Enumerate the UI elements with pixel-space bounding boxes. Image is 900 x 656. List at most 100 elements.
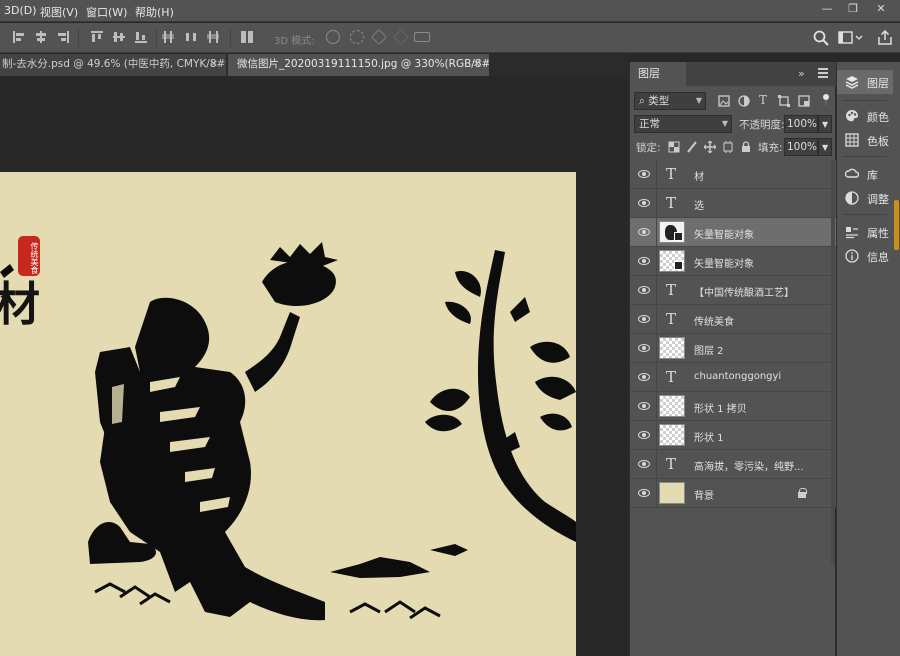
layer-name[interactable]: 高海拔，零污染，纯野... xyxy=(694,458,814,473)
layer-name[interactable]: 传统美食 xyxy=(694,313,814,328)
lock-transparent-icon[interactable] xyxy=(668,141,680,153)
dock-item-properties[interactable]: 属性 xyxy=(837,220,893,244)
align-middle-v-icon[interactable] xyxy=(112,30,126,44)
tab-layers[interactable]: 图层 xyxy=(630,62,686,86)
minimize-button[interactable]: — xyxy=(814,0,840,18)
opacity-input[interactable]: 100% xyxy=(784,115,818,133)
layers-scrollbar[interactable] xyxy=(831,160,835,564)
visibility-eye-icon[interactable] xyxy=(638,401,650,411)
close-icon[interactable]: ✕ xyxy=(473,54,481,75)
distribute-right-icon[interactable] xyxy=(206,30,220,44)
blend-mode-select[interactable]: 正常 ▼ xyxy=(634,115,732,133)
visibility-eye-icon[interactable] xyxy=(638,256,650,266)
menu-help[interactable]: 帮助(H) xyxy=(135,4,174,20)
layer-row[interactable]: T 选 xyxy=(630,189,836,218)
visibility-eye-icon[interactable] xyxy=(638,459,650,469)
tab-document-jpg[interactable]: 微信图片_20200319111150.jpg @ 330%(RGB/8#) *… xyxy=(228,54,490,76)
text-layer-icon: T xyxy=(666,165,677,183)
fill-input[interactable]: 100% xyxy=(784,138,818,156)
layer-row[interactable]: T 高海拔，零污染，纯野... xyxy=(630,450,836,479)
align-bottom-icon[interactable] xyxy=(134,30,148,44)
layer-name[interactable]: 形状 1 xyxy=(694,429,814,444)
workspace-switcher-icon[interactable] xyxy=(838,31,864,45)
visibility-eye-icon[interactable] xyxy=(638,430,650,440)
lock-all-icon[interactable] xyxy=(740,141,752,153)
fill-dropdown[interactable]: ▼ xyxy=(818,138,832,156)
3d-scale-icon[interactable] xyxy=(414,32,430,42)
layer-name[interactable]: 【中国传统酿酒工艺】 xyxy=(694,284,814,299)
layer-name[interactable]: chuantonggongyi xyxy=(694,371,814,382)
filter-pixel-icon[interactable] xyxy=(718,95,730,107)
align-top-icon[interactable] xyxy=(90,30,104,44)
menu-3d[interactable]: 3D(D) xyxy=(4,4,37,17)
3d-roll-icon[interactable] xyxy=(350,30,364,44)
layer-row[interactable]: T 【中国传统酿酒工艺】 xyxy=(630,276,836,305)
3d-pan-icon[interactable] xyxy=(371,29,387,45)
dock-scrollbar[interactable] xyxy=(894,200,899,250)
filter-toggle-icon[interactable] xyxy=(820,93,832,105)
lock-artboard-icon[interactable] xyxy=(722,141,734,153)
canvas-area[interactable]: 传统美食 材 xyxy=(0,76,628,656)
distribute-center-icon[interactable] xyxy=(184,30,198,44)
distribute-left-icon[interactable] xyxy=(162,30,176,44)
share-icon[interactable] xyxy=(876,29,894,47)
lock-position-icon[interactable] xyxy=(704,141,716,153)
layer-row-selected[interactable]: 矢量智能对象 xyxy=(630,218,836,247)
layer-name[interactable]: 选 xyxy=(694,197,814,212)
search-icon[interactable] xyxy=(812,29,830,47)
restore-button[interactable]: ❐ xyxy=(840,0,866,18)
visibility-eye-icon[interactable] xyxy=(638,198,650,208)
filter-smart-object-icon[interactable] xyxy=(798,95,810,107)
document-canvas[interactable]: 传统美食 材 xyxy=(0,172,576,656)
menu-view[interactable]: 视图(V) xyxy=(40,4,78,20)
collapse-panel-icon[interactable]: » xyxy=(798,67,805,80)
panel-menu-icon[interactable] xyxy=(818,68,828,78)
menu-window[interactable]: 窗口(W) xyxy=(86,4,127,20)
dock-item-adjustments[interactable]: 调整 xyxy=(837,186,893,210)
dock-item-swatches[interactable]: 色板 xyxy=(837,128,893,152)
layer-name[interactable]: 形状 1 拷贝 xyxy=(694,400,814,415)
dock-item-color[interactable]: 颜色 xyxy=(837,104,893,128)
close-window-button[interactable]: ✕ xyxy=(868,0,894,18)
filter-adjustment-icon[interactable] xyxy=(738,95,750,107)
fill-label: 填充: xyxy=(758,142,783,154)
layer-row[interactable]: T 材 xyxy=(630,160,836,189)
tab-document-psd[interactable]: 制-去水分.psd @ 49.6% (中医中药, CMYK/8#) ✕ xyxy=(0,54,227,76)
layer-row[interactable]: 形状 1 xyxy=(630,421,836,450)
dock-item-layers[interactable]: 图层 xyxy=(837,70,893,94)
layer-row[interactable]: 矢量智能对象 xyxy=(630,247,836,276)
filter-text-icon[interactable]: T xyxy=(759,93,771,107)
layer-row[interactable]: 图层 2 xyxy=(630,334,836,363)
layer-row[interactable]: T 传统美食 xyxy=(630,305,836,334)
filter-shape-icon[interactable] xyxy=(778,95,790,107)
align-left-icon[interactable] xyxy=(12,30,26,44)
align-right-icon[interactable] xyxy=(56,30,70,44)
close-icon[interactable]: ✕ xyxy=(210,54,218,75)
visibility-eye-icon[interactable] xyxy=(638,372,650,382)
visibility-eye-icon[interactable] xyxy=(638,314,650,324)
layer-row[interactable]: 形状 1 拷贝 xyxy=(630,392,836,421)
dock-label: 图层 xyxy=(867,77,889,90)
layer-name[interactable]: 图层 2 xyxy=(694,342,814,357)
auto-align-icon[interactable] xyxy=(240,30,254,44)
visibility-eye-icon[interactable] xyxy=(638,227,650,237)
lock-pixels-icon[interactable] xyxy=(686,141,698,153)
dock-item-info[interactable]: 信息 xyxy=(837,244,893,268)
visibility-eye-icon[interactable] xyxy=(638,169,650,179)
layer-filter-select[interactable]: ⌕ 类型 ▼ xyxy=(634,92,706,110)
3d-slide-icon[interactable] xyxy=(393,29,409,45)
layer-name[interactable]: 材 xyxy=(694,168,814,183)
3d-orbit-icon[interactable] xyxy=(326,30,340,44)
blend-mode-value: 正常 xyxy=(639,118,660,130)
dock-item-libraries[interactable]: 库 xyxy=(837,162,893,186)
layer-row[interactable]: T chuantonggongyi xyxy=(630,363,836,392)
layer-name[interactable]: 矢量智能对象 xyxy=(694,255,814,270)
visibility-eye-icon[interactable] xyxy=(638,488,650,498)
layer-name[interactable]: 矢量智能对象 xyxy=(694,226,814,241)
align-center-h-icon[interactable] xyxy=(34,30,48,44)
opacity-dropdown[interactable]: ▼ xyxy=(818,115,832,133)
visibility-eye-icon[interactable] xyxy=(638,343,650,353)
visibility-eye-icon[interactable] xyxy=(638,285,650,295)
layer-name[interactable]: 背景 xyxy=(694,487,814,502)
layer-row-background[interactable]: 背景 xyxy=(630,479,836,508)
